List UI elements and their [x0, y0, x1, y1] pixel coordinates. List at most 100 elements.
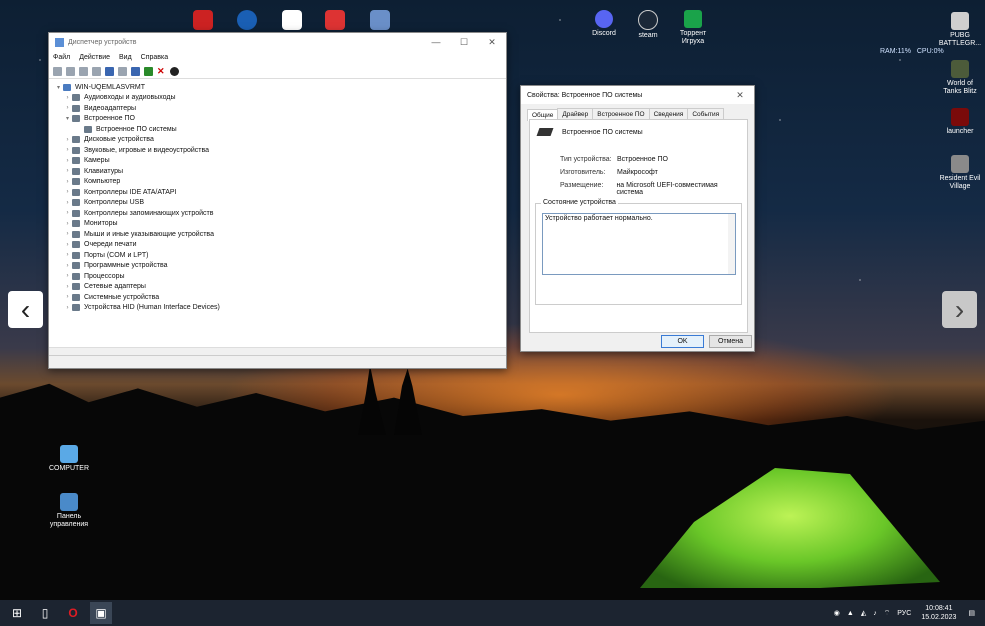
tree-item[interactable]: › Компьютер: [54, 177, 506, 188]
app-shortcut-icon[interactable]: [282, 10, 302, 30]
tree-item[interactable]: › Контроллеры USB: [54, 198, 506, 209]
expand-arrow-icon[interactable]: ›: [63, 284, 72, 290]
expand-arrow-icon[interactable]: ›: [63, 242, 72, 248]
ok-button[interactable]: OK: [661, 335, 704, 348]
control-panel-shortcut[interactable]: Панель управления: [39, 493, 99, 529]
expand-arrow-icon[interactable]: ›: [63, 158, 72, 164]
tree-item[interactable]: › Видеоадаптеры: [54, 103, 506, 114]
properties-dialog[interactable]: Свойства: Встроенное ПО системы ✕ Общие …: [520, 85, 755, 352]
wot-blitz-shortcut[interactable]: World of Tanks Blitz: [930, 60, 985, 96]
window-titlebar[interactable]: Диспетчер устройств — ☐ ✕: [49, 33, 506, 51]
tree-item[interactable]: › Очереди печати: [54, 240, 506, 251]
scan-hardware-icon[interactable]: [170, 66, 179, 76]
dialog-titlebar[interactable]: Свойства: Встроенное ПО системы ✕: [521, 86, 754, 104]
security-icon[interactable]: ◉: [834, 609, 840, 617]
close-button[interactable]: ✕: [478, 37, 506, 48]
device-manager-window[interactable]: Диспетчер устройств — ☐ ✕ Файл Действие …: [48, 32, 507, 369]
pubg-icon: [951, 12, 969, 30]
cancel-button[interactable]: Отмена: [709, 335, 752, 348]
collapse-arrow-icon[interactable]: ▾: [54, 84, 63, 91]
tree-item[interactable]: › Звуковые, игровые и видеоустройства: [54, 145, 506, 156]
wifi-icon[interactable]: ⌔: [884, 609, 891, 618]
field-location: Размещение: на Microsoft UEFI-совместима…: [560, 182, 745, 196]
previous-arrow-button[interactable]: ‹: [8, 291, 43, 328]
menu-file[interactable]: Файл: [53, 54, 70, 61]
tree-item[interactable]: › Системные устройства: [54, 292, 506, 303]
device-category-icon: [72, 304, 80, 312]
expand-arrow-icon[interactable]: ›: [63, 210, 72, 216]
action-pane-icon[interactable]: [118, 66, 127, 76]
tree-item[interactable]: › Процессоры: [54, 271, 506, 282]
show-hide-tree-icon[interactable]: [79, 66, 88, 76]
expand-arrow-icon[interactable]: ›: [63, 252, 72, 258]
computer-shortcut[interactable]: COMPUTER: [39, 445, 99, 473]
tree-item[interactable]: › Сетевые адаптеры: [54, 282, 506, 293]
back-icon[interactable]: [53, 66, 62, 76]
tree-item[interactable]: › Контроллеры запоминающих устройств: [54, 208, 506, 219]
app-shortcut-icon[interactable]: [193, 10, 213, 30]
close-button[interactable]: ✕: [726, 90, 754, 101]
expand-arrow-icon[interactable]: ›: [63, 263, 72, 269]
expand-arrow-icon[interactable]: ›: [63, 95, 72, 101]
expand-arrow-icon[interactable]: ›: [63, 168, 72, 174]
tree-item[interactable]: › Контроллеры IDE ATA/ATAPI: [54, 187, 506, 198]
next-arrow-button[interactable]: ›: [942, 291, 977, 328]
tree-root[interactable]: ▾ WIN-UQEMLASVRMT: [54, 82, 506, 93]
expand-arrow-icon[interactable]: ›: [63, 231, 72, 237]
help-icon[interactable]: [105, 66, 114, 76]
uninstall-icon[interactable]: ✕: [157, 66, 166, 76]
expand-arrow-icon[interactable]: ›: [63, 189, 72, 195]
expand-arrow-icon[interactable]: ›: [63, 273, 72, 279]
app-shortcut-icon[interactable]: [237, 10, 257, 30]
tree-item[interactable]: › Мыши и иные указывающие устройства: [54, 229, 506, 240]
expand-arrow-icon[interactable]: ›: [63, 105, 72, 111]
app-shortcut-icon[interactable]: [325, 10, 345, 30]
file-manager-icon[interactable]: ▯: [34, 602, 56, 624]
resident-evil-shortcut[interactable]: Resident Evil Village: [930, 155, 985, 191]
menu-help[interactable]: Справка: [141, 54, 168, 61]
expand-arrow-icon[interactable]: ›: [63, 221, 72, 227]
torrent-shortcut[interactable]: Торрент Игруха: [663, 10, 723, 46]
tree-item[interactable]: › Мониторы: [54, 219, 506, 230]
properties-icon[interactable]: [92, 66, 101, 76]
clock[interactable]: 10:08:41 15.02.2023: [921, 604, 956, 622]
menu-view[interactable]: Вид: [119, 54, 132, 61]
forward-icon[interactable]: [66, 66, 75, 76]
tree-subitem[interactable]: Встроенное ПО системы: [54, 124, 506, 135]
volume-icon[interactable]: ♪: [873, 610, 877, 617]
tree-item[interactable]: › Клавиатуры: [54, 166, 506, 177]
tray-arrow-icon[interactable]: ▲: [847, 610, 854, 617]
tree-item[interactable]: › Устройства HID (Human Interface Devices…: [54, 303, 506, 314]
launcher-shortcut[interactable]: launcher: [930, 108, 985, 136]
notifications-icon[interactable]: ▤: [968, 609, 975, 617]
expand-arrow-icon[interactable]: ›: [63, 179, 72, 185]
network-icon[interactable]: ◭: [861, 609, 866, 617]
menu-action[interactable]: Действие: [79, 54, 110, 61]
opera-icon[interactable]: O: [62, 602, 84, 624]
tree-item[interactable]: › Аудиовходы и аудиовыходы: [54, 93, 506, 104]
collapse-arrow-icon[interactable]: ▾: [63, 115, 72, 122]
monitor-icon[interactable]: [131, 66, 140, 76]
minimize-button[interactable]: —: [422, 37, 450, 48]
start-button[interactable]: ⊞: [6, 602, 28, 624]
device-category-icon: [72, 167, 80, 175]
tree-item[interactable]: › Порты (COM и LPT): [54, 250, 506, 261]
tree-item[interactable]: › Дисковые устройства: [54, 135, 506, 146]
vertical-scrollbar[interactable]: [728, 214, 735, 274]
tree-item-label: Видеоадаптеры: [84, 104, 137, 112]
app-shortcut-icon[interactable]: [370, 10, 390, 30]
expand-arrow-icon[interactable]: ›: [63, 147, 72, 153]
maximize-button[interactable]: ☐: [450, 37, 478, 48]
expand-arrow-icon[interactable]: ›: [63, 137, 72, 143]
expand-arrow-icon[interactable]: ›: [63, 294, 72, 300]
tree-item[interactable]: › Программные устройства: [54, 261, 506, 272]
language-indicator[interactable]: РУС: [897, 610, 911, 617]
expand-arrow-icon[interactable]: ›: [63, 305, 72, 311]
device-status-textbox[interactable]: Устройство работает нормально.: [542, 213, 736, 275]
expand-arrow-icon[interactable]: ›: [63, 200, 72, 206]
update-driver-icon[interactable]: [144, 66, 153, 76]
pubg-shortcut[interactable]: PUBG BATTLEGR...: [930, 12, 985, 48]
device-manager-taskbar-icon[interactable]: ▣: [90, 602, 112, 624]
tree-item[interactable]: ▾ Встроенное ПО: [54, 114, 506, 125]
tree-item[interactable]: › Камеры: [54, 156, 506, 167]
